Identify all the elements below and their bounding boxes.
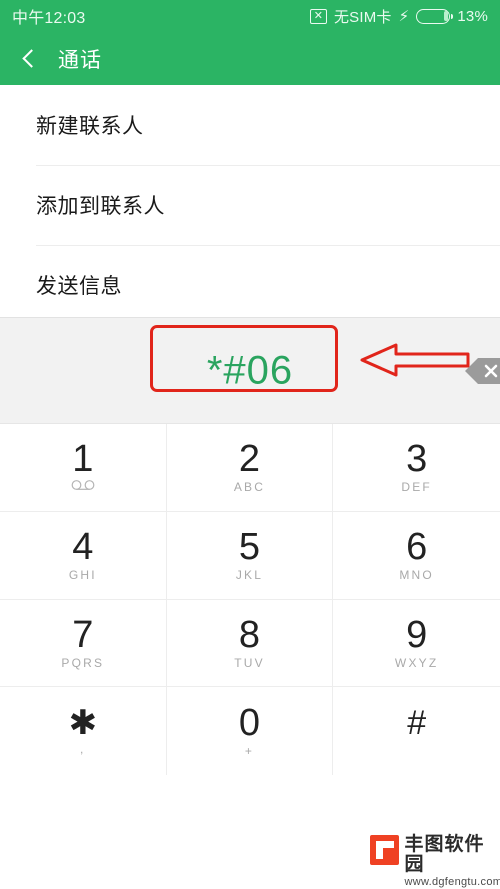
list-item-label: 新建联系人 (36, 115, 144, 138)
key-sublabel: GHI (68, 568, 97, 583)
battery-icon (416, 8, 454, 24)
voicemail-icon (70, 480, 96, 494)
dialpad-key-star[interactable]: ✱ , (0, 687, 167, 775)
backspace-icon[interactable] (464, 356, 500, 386)
status-bar: 中午12:03 ✕ 无SIM卡 ⚡ 13% (0, 0, 500, 32)
key-sublabel: DEF (401, 480, 432, 495)
watermark: 丰图软件园 www.dgfengtu.com (370, 835, 500, 889)
suggestion-list: 新建联系人 添加到联系人 发送信息 (0, 85, 500, 325)
watermark-url: www.dgfengtu.com (404, 876, 500, 888)
key-digit: 6 (406, 526, 428, 569)
dialpad-key-5[interactable]: 5 JKL (166, 511, 334, 600)
dialpad-key-4[interactable]: 4 GHI (0, 511, 167, 600)
key-sublabel: , (80, 742, 86, 757)
page-title: 通话 (58, 48, 102, 72)
key-sublabel: ABC (233, 480, 266, 495)
list-item-new-contact[interactable]: 新建联系人 (0, 85, 500, 165)
dialpad-key-0[interactable]: 0 + (167, 687, 334, 775)
battery-percent-label: 13% (457, 7, 488, 25)
phone-screen: 中午12:03 ✕ 无SIM卡 ⚡ 13% 通话 新建联系人 添加到联系人 发送… (0, 0, 500, 889)
key-digit: 7 (72, 613, 94, 656)
key-digit: 0 (238, 702, 261, 745)
dialpad-key-6[interactable]: 6 MNO (333, 512, 500, 600)
battery-fill (444, 11, 448, 21)
key-sublabel: JKL (235, 568, 264, 583)
dialpad-key-hash[interactable]: # (333, 687, 500, 775)
key-digit: 1 (72, 438, 94, 481)
dialpad-key-3[interactable]: 3 DEF (333, 424, 500, 512)
key-sublabel: MNO (399, 568, 434, 583)
dial-display-panel: *#06 (0, 317, 500, 423)
list-item-add-to-contact[interactable]: 添加到联系人 (0, 165, 500, 245)
key-sublabel: + (244, 744, 255, 759)
key-sublabel: WXYZ (394, 655, 439, 670)
charging-bolt-icon: ⚡ (398, 7, 410, 25)
key-digit: ✱ (68, 704, 98, 743)
back-chevron-icon[interactable] (18, 48, 40, 70)
key-digit: 9 (406, 613, 428, 656)
status-time: 中午12:03 (12, 10, 86, 27)
watermark-text: 丰图软件园 www.dgfengtu.com (404, 835, 500, 889)
app-bar: 通话 (0, 32, 500, 85)
dialpad-key-9[interactable]: 9 WXYZ (333, 600, 500, 688)
key-digit: 4 (72, 526, 94, 569)
key-sublabel: PQRS (61, 655, 105, 670)
status-icons: ✕ 无SIM卡 ⚡ 13% (309, 6, 488, 27)
dialpad-key-2[interactable]: 2 ABC (166, 424, 334, 512)
key-digit: # (407, 704, 427, 743)
list-item-label: 添加到联系人 (36, 195, 165, 218)
dialpad-key-7[interactable]: 7 PQRS (0, 599, 167, 688)
key-digit: 2 (238, 438, 261, 481)
no-signal-icon: ✕ (309, 8, 327, 24)
dialpad-grid: 1 2 ABC 3 DEF 4 GHI 5 JKL 6 MNO 7 PQRS 8… (0, 423, 500, 775)
key-digit: 5 (238, 526, 261, 569)
watermark-logo-icon (370, 835, 400, 865)
list-item-label: 发送信息 (36, 275, 122, 298)
dialed-number-text[interactable]: *#06 (0, 348, 500, 393)
key-digit: 3 (406, 438, 428, 481)
key-digit: 8 (238, 613, 261, 656)
dialpad-key-8[interactable]: 8 TUV (166, 599, 334, 688)
watermark-site-name: 丰图软件园 (404, 834, 485, 875)
list-item-send-message[interactable]: 发送信息 (0, 245, 500, 325)
dialpad-key-1[interactable]: 1 (0, 424, 167, 512)
key-sublabel: TUV (234, 655, 265, 670)
sim-status-label: 无SIM卡 (333, 8, 392, 26)
